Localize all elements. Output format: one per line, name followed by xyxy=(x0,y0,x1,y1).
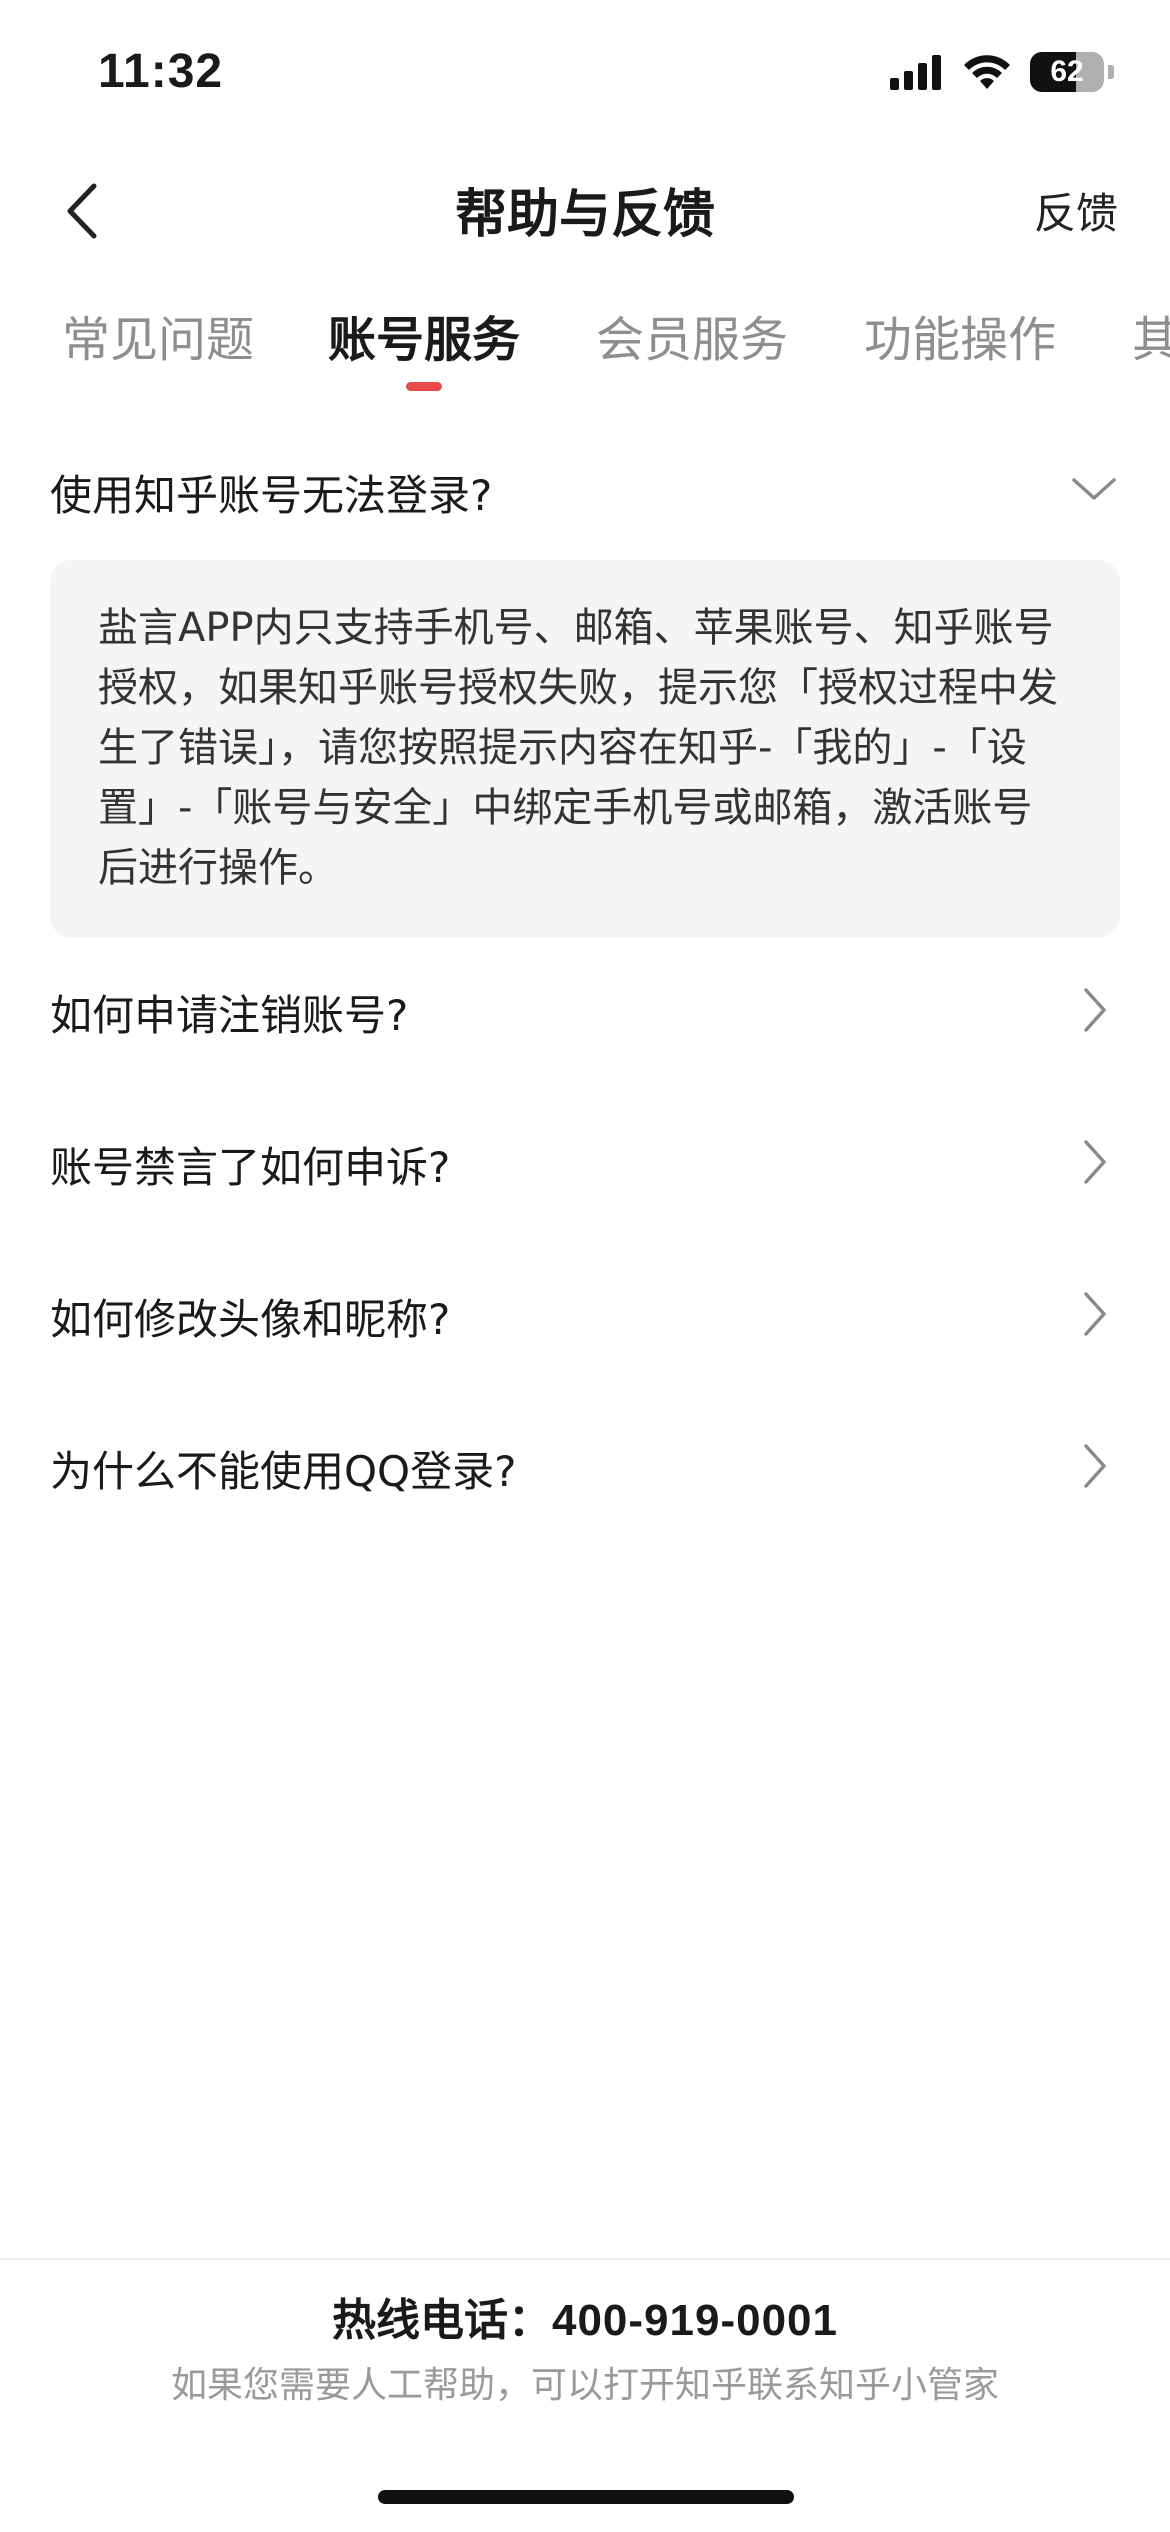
faq-item-edit-avatar-nickname[interactable]: 如何修改头像和昵称? xyxy=(0,1264,1170,1416)
faq-answer-box: 盐言APP内只支持手机号、邮箱、苹果账号、知乎账号授权，如果知乎账号授权失败，提… xyxy=(50,560,1120,938)
chevron-down-icon xyxy=(1072,478,1116,500)
faq-question: 账号禁言了如何申诉? xyxy=(50,1143,451,1192)
tab-faq[interactable]: 常见问题 xyxy=(62,300,254,370)
chevron-right-icon xyxy=(1084,1292,1106,1336)
cellular-signal-icon xyxy=(890,55,941,90)
help-feedback-page: 11:32 62 帮助与反馈 反馈 常见问题 账号服务 会员服务 功能操作 其 … xyxy=(0,0,1170,2532)
home-indicator[interactable] xyxy=(378,2490,794,2504)
battery-cap xyxy=(1108,65,1114,79)
manual-help-text: 如果您需要人工帮助，可以打开知乎联系知乎小管家 xyxy=(170,2365,999,2406)
faq-question: 如何修改头像和昵称? xyxy=(50,1295,451,1344)
status-time: 11:32 xyxy=(98,45,224,98)
chevron-right-icon xyxy=(1084,988,1106,1032)
tab-membership-service[interactable]: 会员服务 xyxy=(596,300,788,370)
battery-icon: 62 xyxy=(1030,52,1104,92)
chevron-right-icon xyxy=(1084,1140,1106,1184)
status-icons: 62 xyxy=(890,52,1114,92)
page-title: 帮助与反馈 xyxy=(454,185,715,245)
status-bar: 11:32 62 xyxy=(0,0,1170,140)
battery-level: 62 xyxy=(1050,55,1084,88)
tab-other[interactable]: 其 xyxy=(1132,300,1170,370)
hotline-label: 热线电话： xyxy=(331,2295,552,2346)
hotline-number[interactable]: 400-919-0001 xyxy=(552,2296,838,2345)
category-tabs: 常见问题 账号服务 会员服务 功能操作 其 xyxy=(0,290,1170,400)
faq-item-cancel-account[interactable]: 如何申请注销账号? xyxy=(0,960,1170,1112)
chevron-right-icon xyxy=(1084,1444,1106,1488)
faq-item-expanded[interactable]: 使用知乎账号无法登录? xyxy=(0,440,1170,560)
faq-question: 使用知乎账号无法登录? xyxy=(50,471,493,520)
faq-item-mute-appeal[interactable]: 账号禁言了如何申诉? xyxy=(0,1112,1170,1264)
faq-question: 如何申请注销账号? xyxy=(50,991,409,1040)
hotline: 热线电话：400-919-0001 xyxy=(0,2284,1170,2348)
active-tab-indicator xyxy=(406,382,442,391)
faq-item-qq-login[interactable]: 为什么不能使用QQ登录? xyxy=(0,1416,1170,1568)
faq-answer-text: 盐言APP内只支持手机号、邮箱、苹果账号、知乎账号授权，如果知乎账号授权失败，提… xyxy=(98,605,1058,891)
tab-feature-operation[interactable]: 功能操作 xyxy=(864,300,1056,370)
faq-collapsed-list: 如何申请注销账号? 账号禁言了如何申诉? 如何修改头像和昵称? 为什么不能使用Q… xyxy=(0,960,1170,1568)
feedback-button[interactable]: 反馈 xyxy=(1034,180,1118,241)
wifi-icon xyxy=(964,55,1010,89)
tab-account-service[interactable]: 账号服务 xyxy=(328,300,520,370)
faq-question: 为什么不能使用QQ登录? xyxy=(50,1447,517,1496)
faq-list: 使用知乎账号无法登录? 盐言APP内只支持手机号、邮箱、苹果账号、知乎账号授权，… xyxy=(0,440,1170,1568)
navigation-bar: 帮助与反馈 反馈 xyxy=(0,150,1170,262)
footer-divider xyxy=(0,2258,1170,2260)
